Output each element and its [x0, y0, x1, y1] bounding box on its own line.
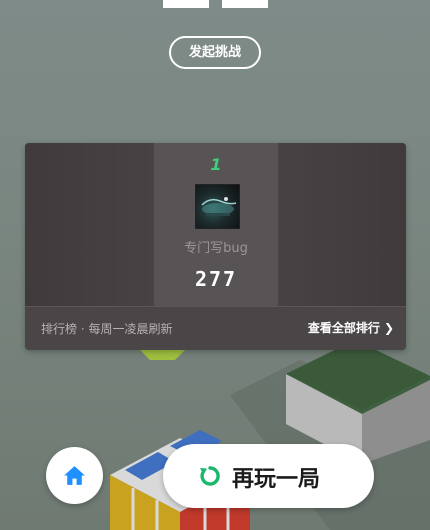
chevron-right-icon: ❯: [383, 321, 394, 335]
leaderboard-footer: 排行榜 · 每周一凌晨刷新 查看全部排行 ❯: [25, 306, 406, 350]
leaderboard-entries: 1 专门写bug 277: [25, 143, 406, 306]
player-name: 专门写bug: [184, 241, 248, 256]
avatar-image: [201, 197, 237, 216]
leaderboard-slot-empty: [278, 143, 406, 306]
view-all-rankings-link[interactable]: 查看全部排行 ❯: [308, 319, 394, 336]
leaderboard-slot-empty: [25, 143, 154, 306]
avatar: [195, 184, 240, 229]
challenge-button[interactable]: 发起挑战: [169, 36, 261, 69]
platform-block: [163, 0, 209, 8]
play-again-button[interactable]: 再玩一局: [163, 444, 374, 508]
player-score: 277: [194, 267, 238, 291]
view-all-label: 查看全部排行: [307, 321, 380, 335]
leaderboard-entry[interactable]: 1 专门写bug 277: [154, 143, 278, 306]
refresh-note: 排行榜 · 每周一凌晨刷新: [41, 322, 173, 336]
platform-block: [222, 0, 268, 8]
home-icon: [64, 466, 85, 485]
rank-number: 1: [210, 155, 222, 174]
play-again-label: 再玩一局: [232, 467, 321, 492]
leaderboard-panel: 1 专门写bug 277 排行榜 · 每周一凌晨刷新 查看全部排行 ❯: [25, 143, 406, 350]
replay-icon: [200, 466, 220, 486]
home-button[interactable]: [46, 447, 103, 504]
